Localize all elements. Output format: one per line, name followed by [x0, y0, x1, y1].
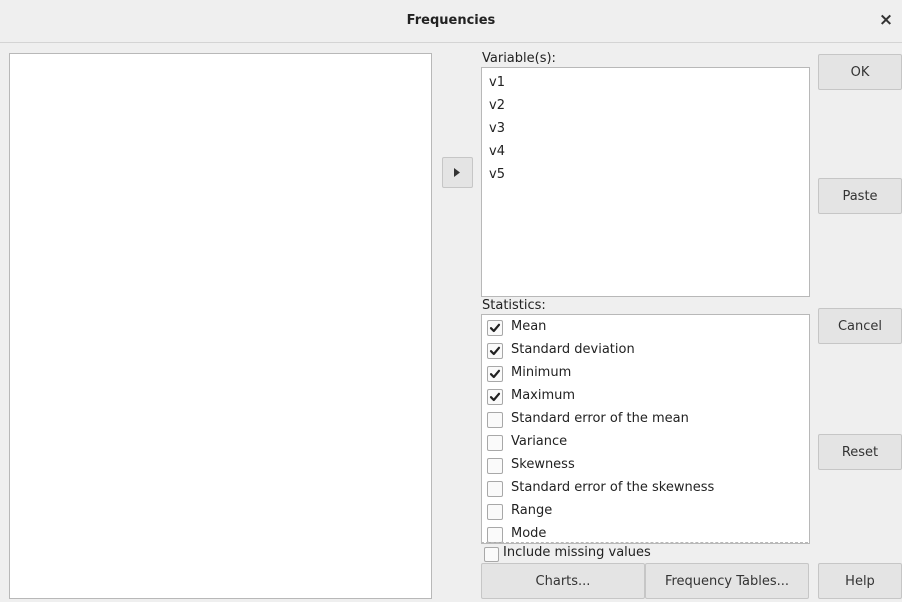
arrow-right-icon [454, 168, 460, 177]
statistic-option[interactable]: Standard error of the mean [482, 408, 809, 431]
statistic-checkbox[interactable] [487, 504, 503, 520]
statistic-label: Mode [511, 526, 547, 541]
statistic-option[interactable]: Standard deviation [482, 339, 809, 362]
window-title: Frequencies [406, 13, 496, 28]
variable-item[interactable]: v2 [482, 94, 809, 117]
statistic-option[interactable]: Maximum [482, 385, 809, 408]
source-variable-list[interactable] [9, 53, 432, 599]
reset-button[interactable]: Reset [818, 434, 902, 470]
charts-button[interactable]: Charts... [481, 563, 645, 599]
statistic-label: Mean [511, 319, 547, 334]
statistic-label: Standard error of the mean [511, 411, 689, 426]
statistic-checkbox[interactable] [487, 458, 503, 474]
statistic-label: Standard deviation [511, 342, 635, 357]
checkmark-icon [489, 346, 501, 356]
checkmark-icon [489, 392, 501, 402]
checkmark-icon [489, 369, 501, 379]
variable-item[interactable]: v5 [482, 163, 809, 186]
statistic-label: Maximum [511, 388, 576, 403]
variable-item[interactable]: v4 [482, 140, 809, 163]
statistic-option[interactable]: Mean [482, 316, 809, 339]
variables-label: Variable(s): [482, 51, 556, 66]
statistic-checkbox[interactable] [487, 389, 503, 405]
statistics-list-bottom-edge [481, 542, 808, 543]
statistic-checkbox[interactable] [487, 412, 503, 428]
help-button[interactable]: Help [818, 563, 902, 599]
statistic-checkbox[interactable] [487, 366, 503, 382]
variable-item[interactable]: v3 [482, 117, 809, 140]
statistic-checkbox[interactable] [487, 343, 503, 359]
include-missing-checkbox[interactable] [484, 547, 499, 562]
paste-button[interactable]: Paste [818, 178, 902, 214]
frequency-tables-button[interactable]: Frequency Tables... [645, 563, 809, 599]
statistic-checkbox[interactable] [487, 320, 503, 336]
statistic-checkbox[interactable] [487, 527, 503, 543]
include-missing-label: Include missing values [503, 545, 651, 560]
title-bar: Frequencies × [0, 0, 902, 43]
statistic-option[interactable]: Range [482, 500, 809, 523]
statistic-option[interactable]: Variance [482, 431, 809, 454]
statistic-option[interactable]: Skewness [482, 454, 809, 477]
statistic-label: Standard error of the skewness [511, 480, 715, 495]
statistic-label: Range [511, 503, 553, 518]
statistic-checkbox[interactable] [487, 481, 503, 497]
statistics-label: Statistics: [482, 298, 546, 313]
checkmark-icon [489, 323, 501, 333]
statistic-checkbox[interactable] [487, 435, 503, 451]
move-to-variables-button[interactable] [442, 157, 473, 188]
statistic-label: Variance [511, 434, 568, 449]
statistic-option[interactable]: Standard error of the skewness [482, 477, 809, 500]
statistic-label: Skewness [511, 457, 575, 472]
variable-item[interactable]: v1 [482, 71, 809, 94]
statistic-option[interactable]: Mode [482, 523, 809, 543]
statistics-list[interactable]: Mean Standard deviation Minimum Maximum Stan… [481, 314, 810, 544]
cancel-button[interactable]: Cancel [818, 308, 902, 344]
statistic-label: Minimum [511, 365, 572, 380]
ok-button[interactable]: OK [818, 54, 902, 90]
variables-list[interactable]: v1 v2 v3 v4 v5 [481, 67, 810, 297]
statistic-option[interactable]: Minimum [482, 362, 809, 385]
close-icon[interactable]: × [878, 11, 894, 29]
